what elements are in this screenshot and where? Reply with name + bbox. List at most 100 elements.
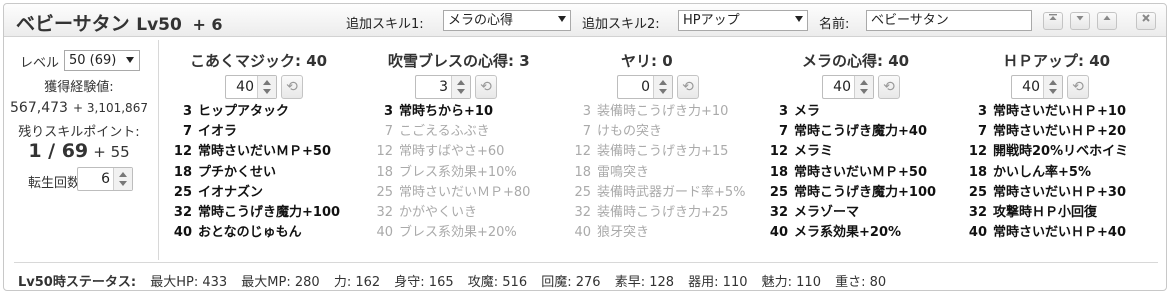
- skill-row: 40 ブレス系効果+20%: [371, 224, 516, 242]
- skill-row-text: ブレス系効果+10%: [399, 164, 517, 180]
- stat-heal-magic: 回魔: 276: [541, 275, 601, 290]
- stepper-arrows[interactable]: [451, 76, 470, 98]
- stepper-up-icon[interactable]: [1049, 80, 1057, 85]
- stepper-down-icon[interactable]: [119, 181, 127, 186]
- stepper-arrows[interactable]: [1043, 76, 1062, 98]
- exp-label: 獲得経験値:: [44, 80, 114, 95]
- skill-row-level: 12: [769, 144, 788, 160]
- skill-points-value: 40: [1022, 79, 1040, 95]
- skill-row: 32 かがやくいき: [371, 204, 477, 222]
- reset-icon: ⟲: [286, 79, 298, 95]
- triangle-up-icon: [1103, 15, 1111, 20]
- reset-button[interactable]: ⟲: [475, 75, 497, 99]
- skill-row-level: 3: [778, 104, 788, 119]
- reset-button[interactable]: ⟲: [878, 75, 900, 99]
- skill-row-level: 12: [376, 144, 393, 160]
- skill-row-text: けもの突き: [597, 124, 663, 140]
- skill-row-text: メラミ: [794, 144, 834, 160]
- skill-row-level: 7: [778, 124, 788, 140]
- skill-points-stepper[interactable]: 40: [822, 75, 874, 99]
- name-input-value: ベビーサタン: [871, 13, 949, 28]
- skill-points-stepper[interactable]: 3: [415, 75, 471, 99]
- rebirth-stepper[interactable]: 6: [77, 167, 133, 191]
- stepper-arrows[interactable]: [854, 76, 873, 98]
- level-select[interactable]: 50 (69): [64, 50, 140, 71]
- reset-button[interactable]: ⟲: [281, 75, 303, 99]
- stepper-up-icon[interactable]: [860, 80, 868, 85]
- stat-power: 力: 162: [333, 275, 381, 290]
- stepper-up-icon[interactable]: [119, 172, 127, 177]
- skill-row-text: 雷鳴突き: [597, 164, 650, 180]
- skill-row: 25 常時さいだいＭＰ+80: [371, 184, 530, 202]
- skill-row-level: 40: [574, 225, 591, 241]
- extra-skill2-select[interactable]: HPアップ: [678, 10, 808, 31]
- skill-row-level: 7: [977, 124, 987, 140]
- sp-value: 1 / 69: [28, 140, 89, 162]
- stepper-down-icon[interactable]: [659, 89, 667, 94]
- name-label: 名前:: [819, 17, 850, 32]
- skill-row-text: 常時さいだいＨＰ+10: [993, 104, 1126, 119]
- skill-row: 7 けもの突き: [569, 123, 662, 141]
- stepper-arrows[interactable]: [257, 76, 276, 98]
- reset-button[interactable]: ⟲: [1067, 75, 1089, 99]
- stepper-down-icon[interactable]: [860, 89, 868, 94]
- exp-value: 567,473: [10, 100, 68, 116]
- rebirth-label: 転生回数: [28, 176, 81, 191]
- skill-row-text: 常時さいだいＭＰ+50: [198, 144, 331, 160]
- stepper-down-icon[interactable]: [457, 89, 465, 94]
- stat-hp: 最大HP: 433: [150, 275, 228, 290]
- stepper-arrows[interactable]: [653, 76, 672, 98]
- skill-row-text: 開戦時20%リベホイミ: [993, 144, 1129, 160]
- skill-row: 12 開戦時20%リベホイミ: [965, 143, 1128, 161]
- extra-skill1-select[interactable]: メラの心得: [443, 10, 571, 31]
- skill-row-level: 40: [376, 225, 393, 241]
- skill-points-stepper[interactable]: 0: [617, 75, 673, 99]
- stat-weight: 重さ: 80: [835, 275, 887, 290]
- skill-points-value: 40: [236, 79, 254, 95]
- chevron-down-icon: [126, 57, 134, 63]
- skill-name: ＨＰアップ: 40: [1003, 52, 1111, 70]
- skill-row-text: 常時ちから+10: [399, 104, 493, 119]
- stepper-up-icon[interactable]: [457, 80, 465, 85]
- reset-button[interactable]: ⟲: [677, 75, 699, 99]
- stepper-up-icon[interactable]: [659, 80, 667, 85]
- stepper-down-icon[interactable]: [263, 89, 271, 94]
- skill-row-text: こごえるふぶき: [399, 124, 490, 140]
- skill-points-stepper[interactable]: 40: [1011, 75, 1063, 99]
- skill-row-level: 32: [173, 205, 192, 220]
- reset-icon: ⟲: [682, 79, 694, 95]
- skill-name: こあくマジック: 40: [190, 52, 328, 70]
- skill-points-stepper[interactable]: 40: [225, 75, 277, 99]
- exp-extra: + 3,101,867: [73, 101, 148, 115]
- monster-level: Lv50: [136, 15, 182, 35]
- skill-row-level: 3: [182, 104, 192, 119]
- move-top-button[interactable]: [1043, 12, 1063, 30]
- skill-row: 18 ブレス系効果+10%: [371, 164, 517, 182]
- skill-row-text: プチかくせい: [198, 164, 277, 180]
- card-header: ベビーサタン Lv50 + 6 追加スキル1: メラの心得 追加スキル2: HP…: [4, 4, 1166, 37]
- move-up-button[interactable]: [1097, 12, 1117, 30]
- close-button[interactable]: [1136, 12, 1156, 30]
- stat-defense: 身守: 165: [394, 275, 454, 290]
- rebirth-value: 6: [101, 171, 110, 187]
- extra-skill2-label: 追加スキル2:: [582, 17, 660, 32]
- skill-row-level: 32: [376, 205, 393, 220]
- move-down-button[interactable]: [1070, 12, 1090, 30]
- stepper-down-icon[interactable]: [1049, 89, 1057, 94]
- stepper-arrows[interactable]: [113, 168, 132, 190]
- skill-row-text: 常時さいだいＨＰ+20: [993, 124, 1126, 140]
- skill-row-level: 32: [574, 205, 591, 220]
- skill-row: 40 メラ系効果+20%: [766, 224, 901, 242]
- stepper-up-icon[interactable]: [263, 80, 271, 85]
- skill-row-level: 32: [968, 205, 987, 220]
- skill-row-level: 40: [769, 225, 788, 241]
- skill-row: 3 常時ちから+10: [371, 103, 493, 121]
- skill-row: 18 かいしん率+5%: [965, 164, 1091, 182]
- skill-name: ヤリ: 0: [621, 52, 673, 70]
- skill-row-text: メラゾーマ: [794, 205, 860, 220]
- skill-row: 3 装備時こうげき力+10: [569, 103, 729, 121]
- skill-row-text: 装備時こうげき力+25: [597, 205, 729, 220]
- skill-row: 32 常時こうげき魔力+100: [170, 204, 340, 222]
- skill-row-level: 25: [769, 184, 788, 200]
- name-input[interactable]: ベビーサタン: [866, 10, 1032, 31]
